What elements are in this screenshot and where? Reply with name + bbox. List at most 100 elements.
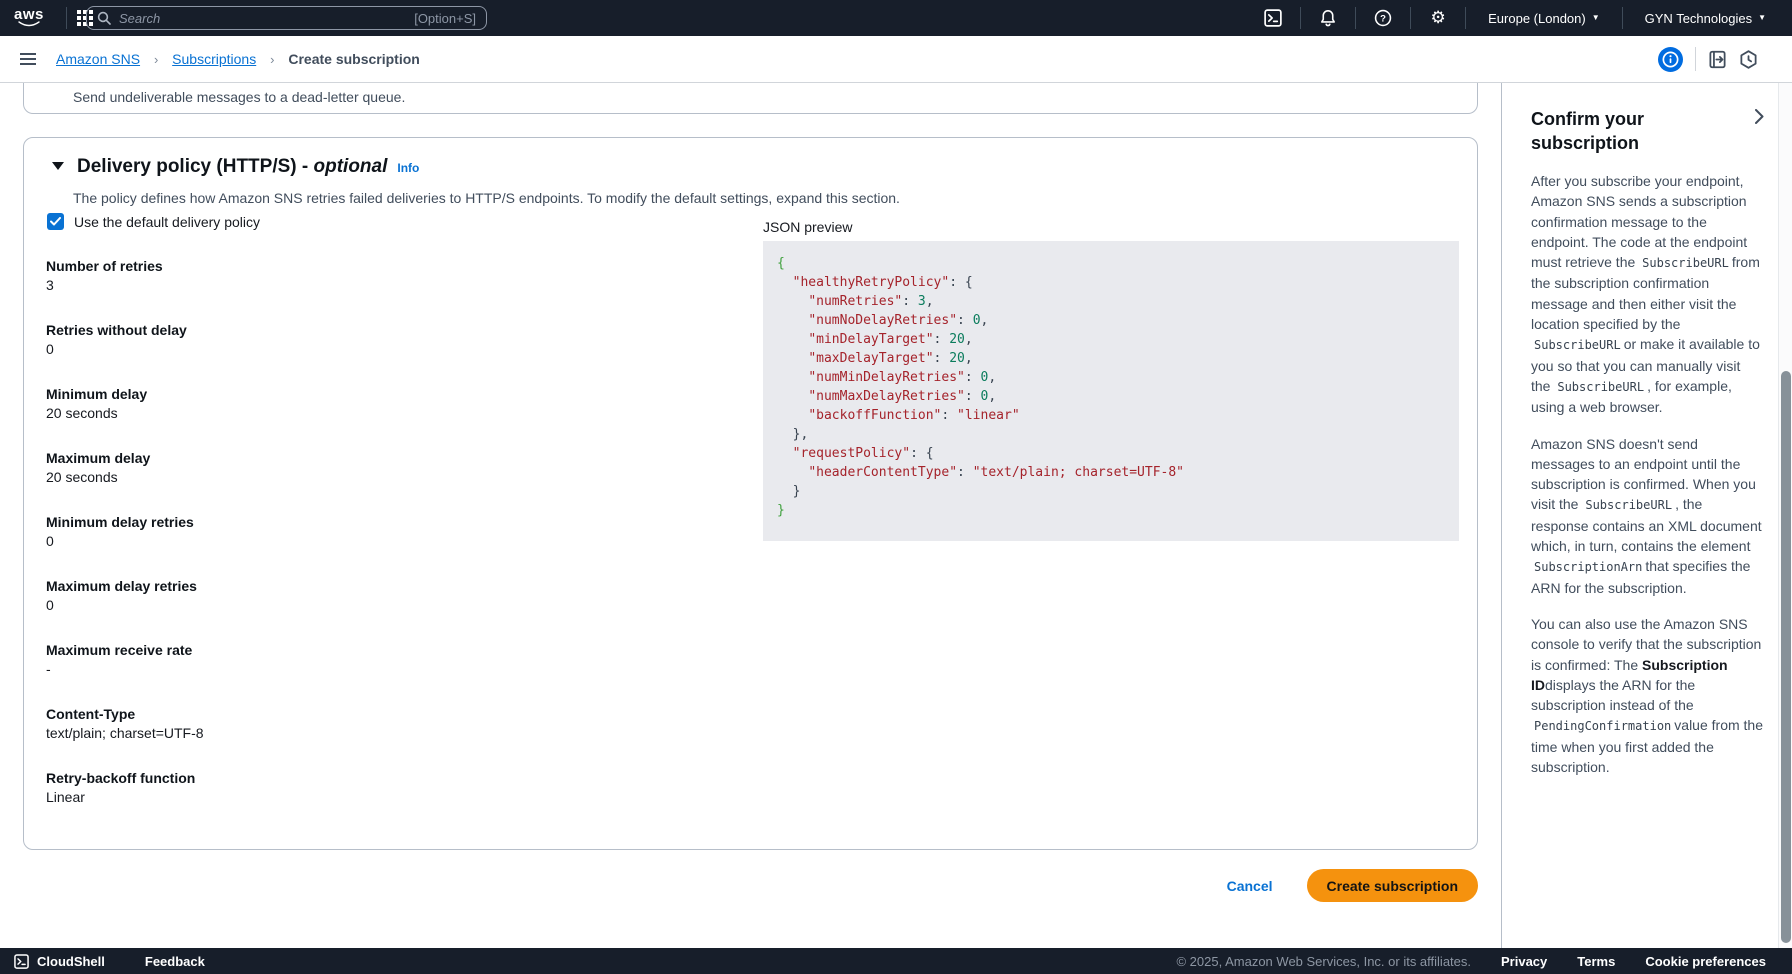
- top-navigation-bar: aws Search [Option+S]: [0, 0, 1792, 36]
- nav-divider: [1410, 7, 1411, 29]
- nav-divider: [1622, 7, 1623, 29]
- main-content: Send undeliverable messages to a dead-le…: [0, 83, 1792, 948]
- field-value: 0: [46, 340, 204, 359]
- field-group: Maximum delay20 seconds: [46, 449, 204, 487]
- default-policy-checkbox[interactable]: [47, 213, 64, 230]
- help-paragraph: Amazon SNS doesn't send messages to an e…: [1531, 434, 1763, 598]
- field-value: 20 seconds: [46, 404, 204, 423]
- aws-logo-text: aws: [14, 8, 44, 21]
- account-menu[interactable]: GYN Technologies ▼: [1633, 11, 1778, 26]
- code-line: "numMinDelayRetries": 0,: [777, 368, 1445, 387]
- checkbox-label: Use the default delivery policy: [74, 214, 260, 230]
- help-paragraph: You can also use the Amazon SNS console …: [1531, 614, 1763, 777]
- info-icon: [1662, 51, 1679, 68]
- aws-smile-icon: [18, 21, 40, 28]
- feedback-label: Feedback: [145, 954, 205, 969]
- field-label: Minimum delay: [46, 385, 204, 404]
- field-value: 20 seconds: [46, 468, 204, 487]
- create-subscription-button[interactable]: Create subscription: [1307, 869, 1478, 902]
- field-group: Maximum receive rate-: [46, 641, 204, 679]
- json-preview-code-block: { "healthyRetryPolicy": { "numRetries": …: [763, 241, 1459, 541]
- field-label: Maximum delay retries: [46, 577, 204, 596]
- notifications-bell-icon[interactable]: [1311, 9, 1345, 27]
- delivery-policy-card: Delivery policy (HTTP/S) - optional Info…: [23, 137, 1478, 850]
- dead-letter-queue-text: Send undeliverable messages to a dead-le…: [73, 89, 405, 105]
- divider: [1695, 47, 1696, 71]
- account-label: GYN Technologies: [1645, 11, 1752, 26]
- feedback-button[interactable]: Feedback: [145, 954, 205, 969]
- delivery-fields: Number of retries3Retries without delay0…: [46, 257, 204, 833]
- settings-gear-icon[interactable]: ⚙: [1421, 8, 1455, 28]
- code-line: }: [777, 482, 1445, 501]
- code-line: "backoffFunction": "linear": [777, 406, 1445, 425]
- nav-divider: [66, 7, 67, 29]
- code-line: "maxDelayTarget": 20,: [777, 349, 1445, 368]
- cancel-button[interactable]: Cancel: [1227, 878, 1273, 894]
- field-label: Maximum delay: [46, 449, 204, 468]
- search-placeholder: Search: [119, 11, 160, 26]
- code-line: "minDelayTarget": 20,: [777, 330, 1445, 349]
- code-line: "requestPolicy": {: [777, 444, 1445, 463]
- field-value: 3: [46, 276, 204, 295]
- code-line: "numMaxDelayRetries": 0,: [777, 387, 1445, 406]
- nav-right-group: ? ⚙ Europe (London) ▼ GYN Technologies ▼: [1256, 7, 1778, 29]
- section-description: The policy defines how Amazon SNS retrie…: [73, 190, 900, 206]
- breadcrumb-current-page: Create subscription: [288, 51, 419, 67]
- region-selector[interactable]: Europe (London) ▼: [1476, 11, 1612, 26]
- breadcrumb-link-amazon-sns[interactable]: Amazon SNS: [56, 51, 140, 67]
- field-group: Minimum delay20 seconds: [46, 385, 204, 423]
- help-panel-collapse-button[interactable]: [1755, 109, 1764, 124]
- cookie-preferences-link[interactable]: Cookie preferences: [1645, 954, 1766, 969]
- section-title: Delivery policy (HTTP/S) - optional: [77, 156, 387, 178]
- terms-link[interactable]: Terms: [1577, 954, 1615, 969]
- chevron-right-icon: [1755, 109, 1764, 124]
- chevron-down-icon: ▼: [1592, 14, 1600, 22]
- footer-bar: CloudShell Feedback © 2025, Amazon Web S…: [0, 948, 1792, 974]
- footer-right-group: © 2025, Amazon Web Services, Inc. or its…: [1176, 954, 1778, 969]
- documentation-panel-button[interactable]: [1708, 50, 1727, 69]
- region-label: Europe (London): [1488, 11, 1586, 26]
- nav-divider: [1465, 7, 1466, 29]
- field-group: Content-Typetext/plain; charset=UTF-8: [46, 705, 204, 743]
- chevron-down-icon: ▼: [1758, 14, 1766, 22]
- field-value: Linear: [46, 788, 204, 807]
- field-value: 0: [46, 532, 204, 551]
- code-line: "healthyRetryPolicy": {: [777, 273, 1445, 292]
- delivery-policy-header[interactable]: Delivery policy (HTTP/S) - optional Info: [52, 156, 419, 178]
- scrollbar-thumb[interactable]: [1781, 371, 1791, 943]
- privacy-link[interactable]: Privacy: [1501, 954, 1547, 969]
- info-panel-toggle-button[interactable]: [1658, 47, 1683, 72]
- dead-letter-queue-card: Send undeliverable messages to a dead-le…: [23, 83, 1478, 114]
- collapse-triangle-icon[interactable]: [52, 162, 64, 170]
- field-group: Retries without delay0: [46, 321, 204, 359]
- default-policy-checkbox-row: Use the default delivery policy: [47, 213, 260, 230]
- code-line: },: [777, 425, 1445, 444]
- field-label: Content-Type: [46, 705, 204, 724]
- breadcrumb-link-subscriptions[interactable]: Subscriptions: [172, 51, 256, 67]
- nav-divider: [1355, 7, 1356, 29]
- resource-history-button[interactable]: [1739, 50, 1758, 69]
- cloudshell-label: CloudShell: [37, 954, 105, 969]
- cloudshell-footer-button[interactable]: CloudShell: [14, 954, 105, 969]
- info-link[interactable]: Info: [397, 161, 419, 175]
- search-input[interactable]: Search [Option+S]: [86, 6, 487, 30]
- menu-hamburger-icon[interactable]: [20, 53, 36, 65]
- code-line: "headerContentType": "text/plain; charse…: [777, 463, 1445, 482]
- field-group: Maximum delay retries0: [46, 577, 204, 615]
- field-value: -: [46, 660, 204, 679]
- cloudshell-icon[interactable]: [1256, 9, 1290, 27]
- help-paragraph: After you subscribe your endpoint, Amazo…: [1531, 171, 1763, 418]
- code-line: "numRetries": 3,: [777, 292, 1445, 311]
- nav-divider: [1300, 7, 1301, 29]
- vertical-scrollbar[interactable]: [1778, 83, 1792, 948]
- help-panel-body: After you subscribe your endpoint, Amazo…: [1531, 171, 1762, 777]
- aws-logo[interactable]: aws: [14, 8, 44, 28]
- checkmark-icon: [50, 217, 61, 226]
- chevron-right-icon: ›: [270, 52, 274, 67]
- search-icon: [97, 11, 111, 25]
- help-icon[interactable]: ?: [1366, 9, 1400, 27]
- cloudshell-terminal-icon: [14, 954, 29, 969]
- json-preview-label: JSON preview: [763, 219, 852, 235]
- field-group: Minimum delay retries0: [46, 513, 204, 551]
- chevron-right-icon: ›: [154, 52, 158, 67]
